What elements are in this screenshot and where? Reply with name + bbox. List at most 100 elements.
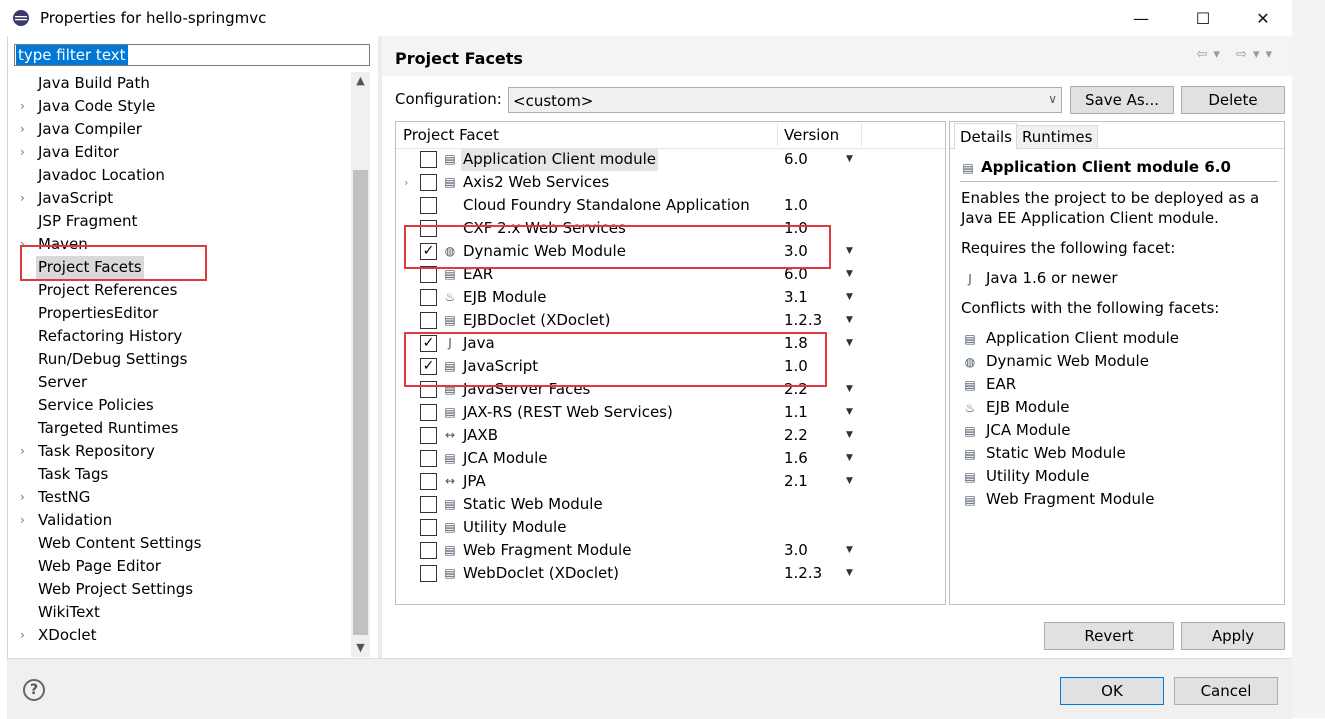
- facet-row[interactable]: ▤ Utility Module: [396, 516, 945, 539]
- minimize-button[interactable]: —: [1118, 0, 1164, 36]
- version-dropdown-icon[interactable]: ▼: [846, 309, 853, 332]
- facet-row[interactable]: ▤ JAX-RS (REST Web Services) 1.1 ▼: [396, 401, 945, 424]
- nav-item-validation[interactable]: › Validation: [14, 509, 351, 532]
- version-dropdown-icon[interactable]: ▼: [846, 562, 853, 585]
- facet-checkbox[interactable]: [420, 496, 437, 513]
- expand-arrow-icon[interactable]: ›: [20, 95, 25, 118]
- expand-arrow-icon[interactable]: ›: [404, 171, 408, 194]
- cancel-button[interactable]: Cancel: [1174, 677, 1278, 705]
- facet-checkbox[interactable]: [420, 404, 437, 421]
- nav-item-javadoc-location[interactable]: Javadoc Location: [14, 164, 351, 187]
- nav-item-project-references[interactable]: Project References: [14, 279, 351, 302]
- help-icon[interactable]: ?: [23, 679, 45, 701]
- facet-row[interactable]: Cloud Foundry Standalone Application 1.0: [396, 194, 945, 217]
- scroll-up-icon[interactable]: ▲: [351, 72, 370, 90]
- ok-button[interactable]: OK: [1060, 677, 1164, 705]
- revert-button[interactable]: Revert: [1044, 622, 1174, 650]
- facet-checkbox[interactable]: [420, 151, 437, 168]
- facet-row[interactable]: ↔ JAXB 2.2 ▼: [396, 424, 945, 447]
- version-dropdown-icon[interactable]: ▼: [846, 378, 853, 401]
- facet-row[interactable]: ▤ WebDoclet (XDoclet) 1.2.3 ▼: [396, 562, 945, 585]
- version-dropdown-icon[interactable]: ▼: [846, 470, 853, 493]
- column-header-facet[interactable]: Project Facet: [403, 126, 499, 144]
- facet-checkbox[interactable]: [420, 427, 437, 444]
- nav-scrollbar[interactable]: ▲ ▼: [351, 72, 370, 657]
- expand-arrow-icon[interactable]: ›: [20, 509, 25, 532]
- expand-arrow-icon[interactable]: ›: [20, 141, 25, 164]
- column-header-version[interactable]: Version: [784, 126, 839, 144]
- nav-item-java-code-style[interactable]: › Java Code Style: [14, 95, 351, 118]
- facet-version[interactable]: 3.0: [784, 539, 808, 562]
- facet-version[interactable]: 1.1: [784, 401, 808, 424]
- facet-checkbox[interactable]: [420, 565, 437, 582]
- expand-arrow-icon[interactable]: ›: [20, 187, 25, 210]
- nav-item-web-content-settings[interactable]: Web Content Settings: [14, 532, 351, 555]
- facet-row[interactable]: › ▤ Axis2 Web Services: [396, 171, 945, 194]
- version-dropdown-icon[interactable]: ▼: [846, 240, 853, 263]
- nav-item-web-page-editor[interactable]: Web Page Editor: [14, 555, 351, 578]
- facet-row[interactable]: ▤ EJBDoclet (XDoclet) 1.2.3 ▼: [396, 309, 945, 332]
- nav-item-java-build-path[interactable]: Java Build Path: [14, 72, 351, 95]
- nav-item-xdoclet[interactable]: › XDoclet: [14, 624, 351, 647]
- facet-version[interactable]: 3.1: [784, 286, 808, 309]
- nav-item-testng[interactable]: › TestNG: [14, 486, 351, 509]
- close-button[interactable]: ✕: [1240, 0, 1286, 36]
- facet-checkbox[interactable]: [420, 473, 437, 490]
- nav-item-javascript[interactable]: › JavaScript: [14, 187, 351, 210]
- expand-arrow-icon[interactable]: ›: [20, 624, 25, 647]
- history-nav-icons[interactable]: ⇦▾ ⇨▾▾: [1197, 47, 1279, 62]
- facet-checkbox[interactable]: [420, 450, 437, 467]
- nav-item-refactoring-history[interactable]: Refactoring History: [14, 325, 351, 348]
- facet-version[interactable]: 6.0: [784, 148, 808, 171]
- configuration-select[interactable]: <custom> ∨: [508, 87, 1062, 113]
- version-dropdown-icon[interactable]: ▼: [846, 539, 853, 562]
- tab-details[interactable]: Details: [954, 123, 1019, 150]
- nav-item-jsp-fragment[interactable]: JSP Fragment: [14, 210, 351, 233]
- facet-version[interactable]: 2.2: [784, 424, 808, 447]
- expand-arrow-icon[interactable]: ›: [20, 440, 25, 463]
- facet-checkbox[interactable]: [420, 289, 437, 306]
- version-dropdown-icon[interactable]: ▼: [846, 263, 853, 286]
- expand-arrow-icon[interactable]: ›: [20, 486, 25, 509]
- version-dropdown-icon[interactable]: ▼: [846, 401, 853, 424]
- scroll-down-icon[interactable]: ▼: [351, 639, 370, 657]
- version-dropdown-icon[interactable]: ▼: [846, 447, 853, 470]
- facet-row[interactable]: ♨ EJB Module 3.1 ▼: [396, 286, 945, 309]
- nav-item-task-repository[interactable]: › Task Repository: [14, 440, 351, 463]
- facet-row[interactable]: ▤ JCA Module 1.6 ▼: [396, 447, 945, 470]
- facet-row[interactable]: ▤ Static Web Module: [396, 493, 945, 516]
- facet-version[interactable]: 1.6: [784, 447, 808, 470]
- tab-runtimes[interactable]: Runtimes: [1016, 125, 1099, 149]
- facet-checkbox[interactable]: [420, 519, 437, 536]
- version-dropdown-icon[interactable]: ▼: [846, 286, 853, 309]
- splitter[interactable]: [378, 36, 382, 658]
- maximize-button[interactable]: ☐: [1180, 0, 1226, 36]
- facet-row[interactable]: ▤ Web Fragment Module 3.0 ▼: [396, 539, 945, 562]
- nav-item-targeted-runtimes[interactable]: Targeted Runtimes: [14, 417, 351, 440]
- nav-item-task-tags[interactable]: Task Tags: [14, 463, 351, 486]
- nav-item-run-debug-settings[interactable]: Run/Debug Settings: [14, 348, 351, 371]
- save-as-button[interactable]: Save As...: [1070, 86, 1174, 114]
- nav-item-web-project-settings[interactable]: Web Project Settings: [14, 578, 351, 601]
- nav-item-service-policies[interactable]: Service Policies: [14, 394, 351, 417]
- scroll-thumb[interactable]: [353, 170, 368, 635]
- nav-item-propertieseditor[interactable]: PropertiesEditor: [14, 302, 351, 325]
- facet-row[interactable]: ▤ Application Client module 6.0 ▼: [396, 148, 945, 171]
- facet-version[interactable]: 1.2.3: [784, 309, 822, 332]
- facet-checkbox[interactable]: [420, 174, 437, 191]
- nav-item-java-compiler[interactable]: › Java Compiler: [14, 118, 351, 141]
- facet-checkbox[interactable]: [420, 542, 437, 559]
- apply-button[interactable]: Apply: [1181, 622, 1285, 650]
- version-dropdown-icon[interactable]: ▼: [846, 332, 853, 355]
- facet-checkbox[interactable]: [420, 197, 437, 214]
- expand-arrow-icon[interactable]: ›: [20, 118, 25, 141]
- nav-item-java-editor[interactable]: › Java Editor: [14, 141, 351, 164]
- version-dropdown-icon[interactable]: ▼: [846, 148, 853, 171]
- facet-version[interactable]: 1.2.3: [784, 562, 822, 585]
- delete-button[interactable]: Delete: [1181, 86, 1285, 114]
- facet-row[interactable]: ↔ JPA 2.1 ▼: [396, 470, 945, 493]
- nav-item-wikitext[interactable]: WikiText: [14, 601, 351, 624]
- nav-item-server[interactable]: Server: [14, 371, 351, 394]
- facet-checkbox[interactable]: [420, 312, 437, 329]
- facet-version[interactable]: 2.1: [784, 470, 808, 493]
